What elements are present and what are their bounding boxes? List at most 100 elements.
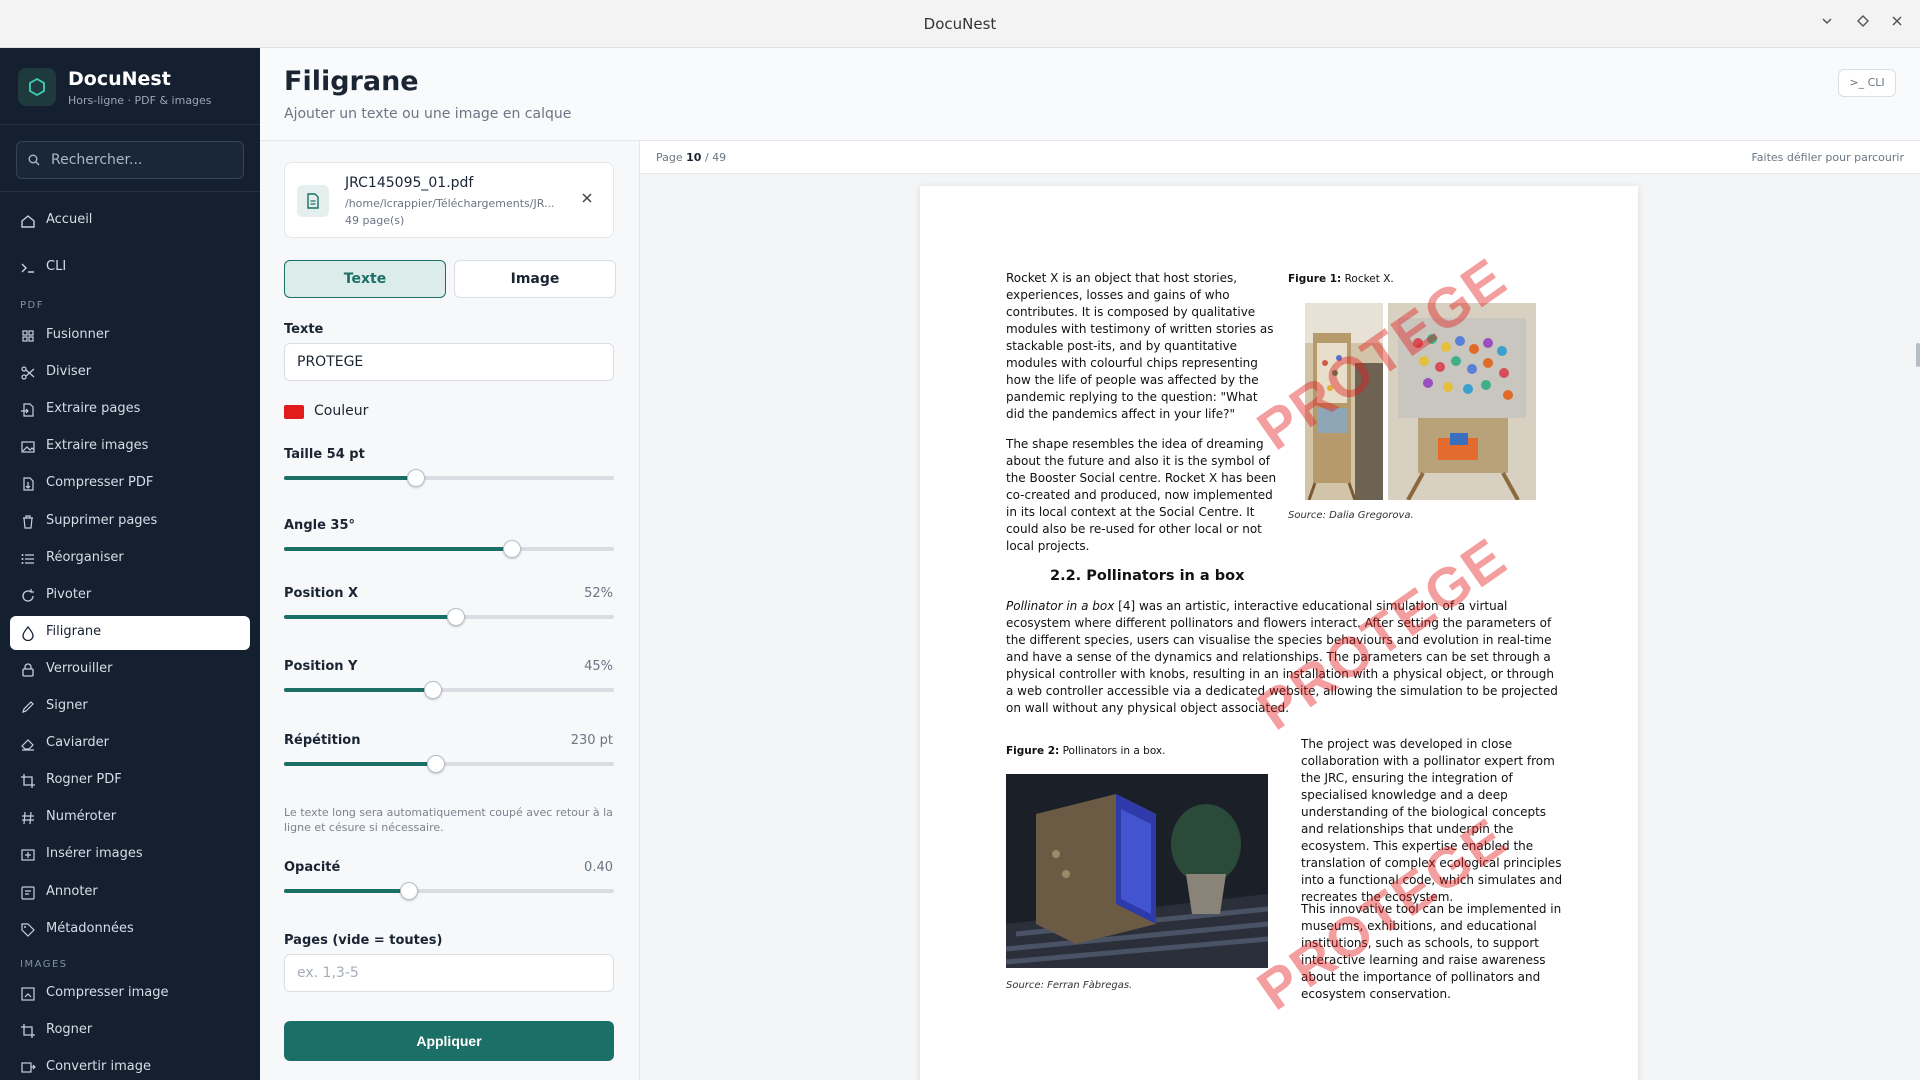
tab-text[interactable]: Texte [284,260,446,298]
section-heading: 2.2. Pollinators in a box [1050,568,1245,584]
sidebar-item-accueil[interactable]: Accueil [10,204,250,238]
close-window-button[interactable] [1886,13,1908,35]
sidebar-item-label: Filigrane [46,623,102,639]
lock-icon [20,662,36,678]
section-title: PDF [20,300,44,311]
slider-handle[interactable] [446,608,465,626]
sidebar-item-rogner[interactable]: Rogner [10,1014,250,1048]
sidebar-item-label: Annoter [46,883,98,899]
sidebar-item-convertir-image[interactable]: Convertir image [10,1051,250,1080]
sidebar-item-pivoter[interactable]: Pivoter [10,579,250,613]
search-box[interactable] [16,141,244,179]
sidebar-item-fusionner[interactable]: Fusionner [10,319,250,353]
options-panel: JRC145095_01.pdf /home/lcrappier/Télécha… [260,141,640,1080]
sidebar: DocuNest Hors-ligne · PDF & images Accue… [0,48,260,1080]
watermark-text-input[interactable] [284,343,614,381]
scrollbar-thumb[interactable] [1916,343,1920,367]
sidebar-item-label: Caviarder [46,735,110,751]
eraser-icon [20,736,36,752]
minimize-button[interactable] [1816,13,1838,35]
sidebar-item-verrouiller[interactable]: Verrouiller [10,653,250,687]
sidebar-item-label: Rogner [46,1022,93,1038]
trash-icon [20,514,36,530]
search-icon [28,154,40,166]
file-name: JRC145095_01.pdf [345,175,474,191]
merge-icon [20,328,36,344]
apply-button[interactable]: Appliquer [284,1021,614,1061]
sidebar-item-label: Métadonnées [46,920,134,936]
page-total: / 49 [704,151,727,164]
sidebar-item-signer[interactable]: Signer [10,690,250,724]
sidebar-item-rogner-pdf[interactable]: Rogner PDF [10,764,250,798]
slider-handle[interactable] [423,681,442,699]
hexagon-icon [29,77,45,97]
page-current: 10 [686,151,702,164]
sidebar-item-compresser-image[interactable]: Compresser image [10,977,250,1011]
paragraph-innovative-tool: This innovative tool can be implemented … [1301,902,1562,1001]
scissors-icon [20,365,36,381]
pollinator-title: Pollinator in a box [1006,599,1115,613]
sidebar-item-label: CLI [46,259,67,274]
opacity-slider[interactable] [284,882,614,900]
sidebar-item-label: Insérer images [46,846,143,862]
sidebar-item-filigrane[interactable]: Filigrane [10,615,250,650]
color-swatch[interactable] [284,405,304,419]
figure-2-label: Figure 2: [1006,745,1060,757]
size-label: Taille 54 pt [284,447,365,462]
sidebar-item-compresser-pdf[interactable]: Compresser PDF [10,467,250,501]
file-page-count: 49 page(s) [345,214,405,227]
size-slider[interactable] [284,469,614,487]
pollinator-text: [4] was an artistic, interactive educati… [1006,599,1558,715]
sidebar-item-extraire-pages[interactable]: Extraire pages [10,393,250,427]
color-label: Couleur [314,403,369,419]
slider-handle[interactable] [426,755,445,773]
repetition-label: Répétition [284,733,361,748]
preview-pane[interactable]: Page 10 / 49 Faites défiler pour parcour… [640,141,1920,1080]
sidebar-item-label: Extraire pages [46,401,141,417]
scroll-hint: Faites défiler pour parcourir [1751,151,1904,164]
sidebar-item-label: Numéroter [46,809,117,825]
figure-1-text: Rocket X. [1344,273,1394,285]
search-input[interactable] [51,150,231,170]
sidebar-item-diviser[interactable]: Diviser [10,356,250,390]
app-logo [18,68,56,106]
file-card: JRC145095_01.pdf /home/lcrappier/Télécha… [284,162,614,238]
remove-file-button[interactable] [577,189,597,209]
sidebar-item-label: Compresser image [46,985,169,1000]
angle-slider[interactable] [284,540,614,558]
cli-button[interactable]: >_ CLI [1838,69,1896,97]
opacity-label: Opacité [284,860,341,875]
slider-handle[interactable] [400,882,419,900]
figure-2-text: Pollinators in a box. [1062,745,1166,757]
position-y-label: Position Y [284,659,358,674]
figure-1-caption: Figure 1: Rocket X. [1288,272,1488,286]
sidebar-item-label: Réorganiser [46,549,124,565]
divider [0,191,260,192]
sidebar-item-insérer-images[interactable]: Insérer images [10,838,250,872]
repetition-value: 230 pt [570,733,613,748]
position-x-slider[interactable] [284,608,614,626]
sidebar-item-cli[interactable]: CLI [10,251,250,285]
sidebar-item-extraire-images[interactable]: Extraire images [10,430,250,464]
sidebar-item-métadonnées[interactable]: Métadonnées [10,913,250,947]
sidebar-item-annoter[interactable]: Annoter [10,876,250,910]
sidebar-item-numéroter[interactable]: Numéroter [10,801,250,835]
sidebar-item-supprimer-pages[interactable]: Supprimer pages [10,505,250,539]
insert-image-icon [20,847,36,863]
slider-handle[interactable] [407,469,425,487]
sidebar-item-réorganiser[interactable]: Réorganiser [10,542,250,576]
app-tagline: Hors-ligne · PDF & images [68,94,212,107]
position-y-value: 45% [584,659,613,674]
terminal-icon [20,260,36,276]
slider-handle[interactable] [502,540,521,558]
maximize-button[interactable] [1852,13,1874,35]
paragraph-rocket-x: Rocket X is an object that host stories,… [1006,271,1274,421]
document-icon [307,193,319,209]
pages-input[interactable] [284,954,614,992]
tab-image[interactable]: Image [454,260,616,298]
sidebar-item-caviarder[interactable]: Caviarder [10,727,250,761]
position-y-slider[interactable] [284,681,614,699]
close-icon [582,193,592,203]
paragraph-shape: The shape resembles the idea of dreaming… [1006,437,1277,553]
repetition-slider[interactable] [284,755,614,773]
